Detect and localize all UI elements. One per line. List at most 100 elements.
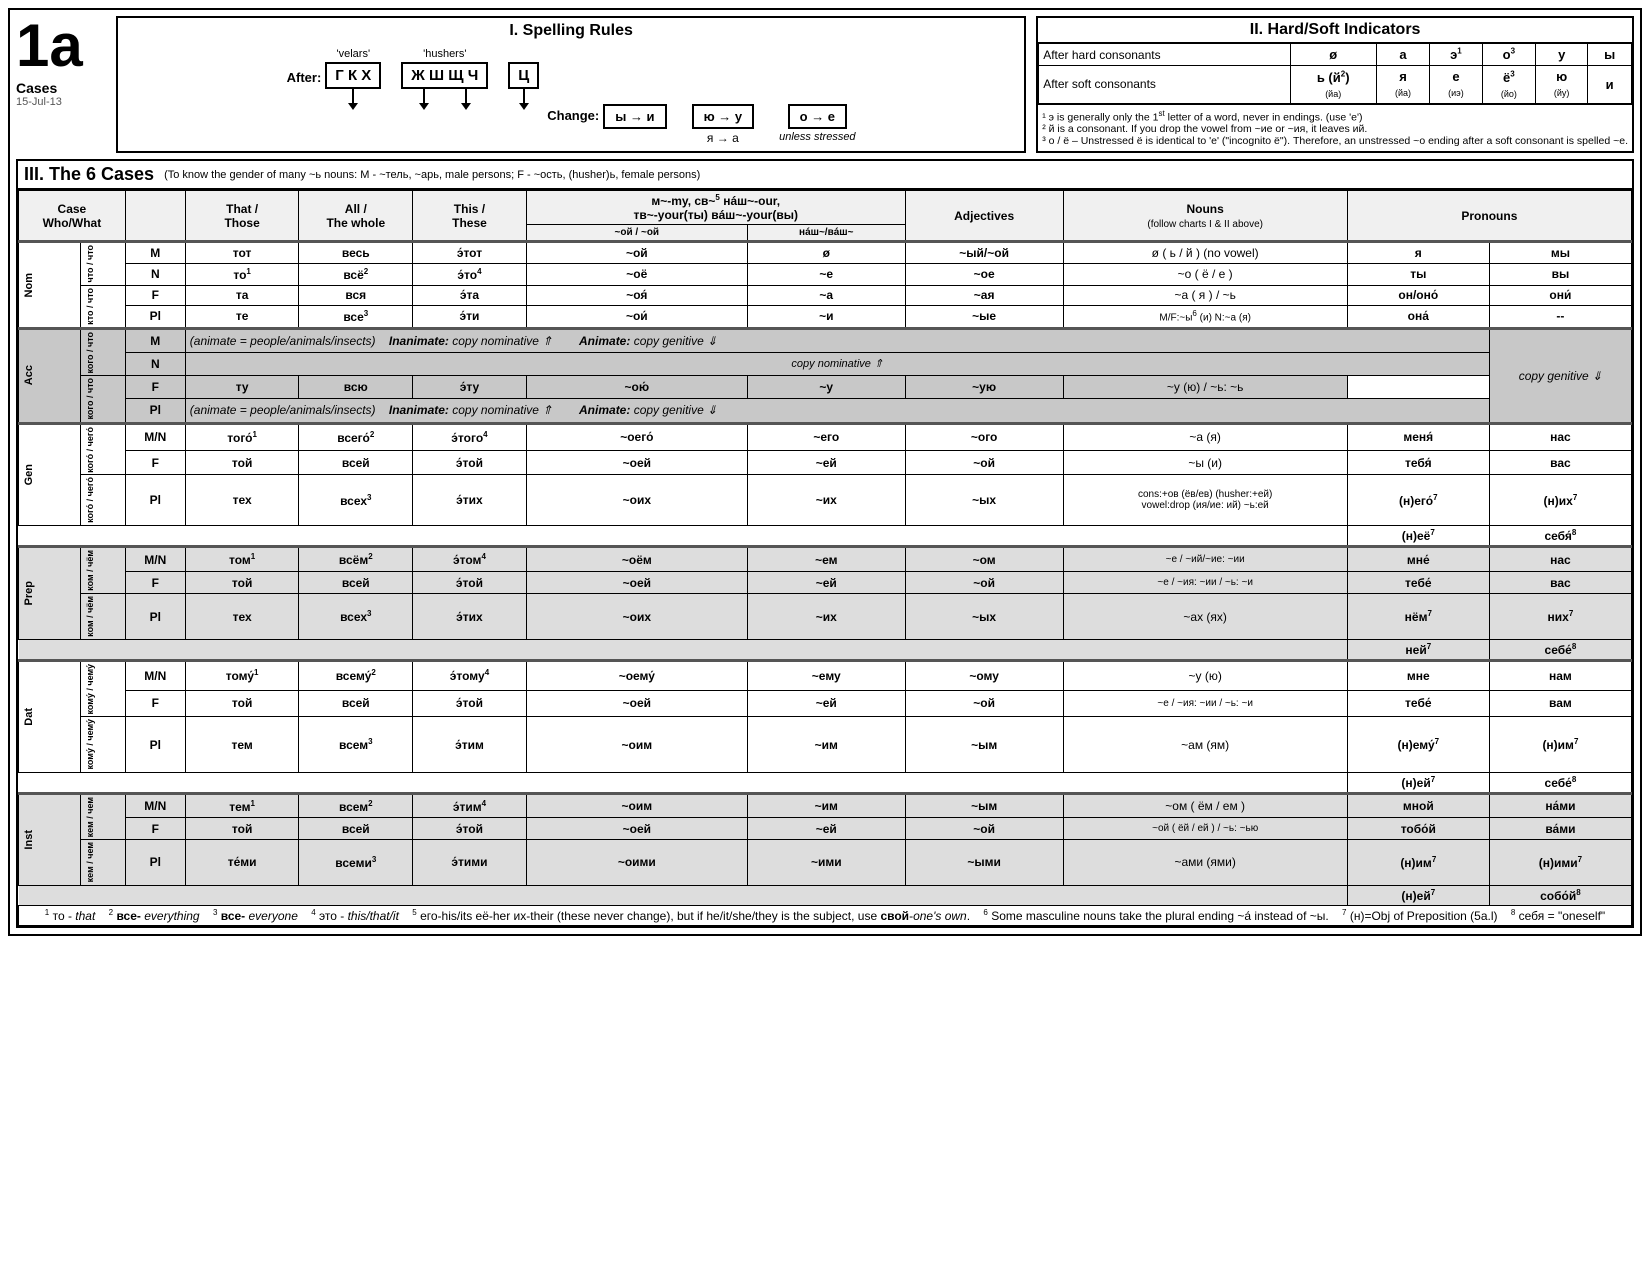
gen-f-adj: ~ой: [905, 450, 1063, 475]
cases-label: Cases: [16, 80, 106, 96]
dat-mn-pron2: нам: [1489, 660, 1631, 690]
header-nash: нáш~/вáш~: [747, 225, 905, 242]
nom-pl-pron2: --: [1489, 306, 1631, 328]
prep-extra-row: ней7 себе́8: [19, 639, 1632, 660]
hard-soft-title: II. Hard/Soft Indicators: [1038, 18, 1632, 43]
acc-kto2-label: кого / что: [80, 376, 125, 424]
prep-pl-ves: всех3: [299, 594, 413, 640]
nom-f-adj: ~ая: [905, 285, 1063, 305]
gen-pl-nash: ~их: [747, 475, 905, 526]
prep-f-moy: ~оей: [526, 571, 747, 593]
header-mn: [125, 191, 185, 242]
gen-mn-pron1: меня́: [1347, 423, 1489, 450]
nom-pl-pron1: она́: [1347, 306, 1489, 328]
inst-label: Inst: [19, 793, 81, 885]
gen-pl-pron1: (н)его́7: [1347, 475, 1489, 526]
nom-n-etot: э́то4: [413, 263, 527, 285]
gen-f-etot: э́той: [413, 450, 527, 475]
prep-kto-label: ком / чём: [80, 547, 125, 594]
prep-kto2-label: ком / чём: [80, 594, 125, 640]
hs-note3: ³ о / ё – Unstressed ё is identical to '…: [1042, 135, 1628, 147]
after-label: After:: [287, 70, 322, 85]
prep-mn-etot: э́том4: [413, 547, 527, 572]
hard-0: ø: [1290, 44, 1376, 66]
gen-f-pron1: тебя́: [1347, 450, 1489, 475]
dat-pron-ney: (н)ей7: [1347, 772, 1489, 793]
hard-o: о3: [1482, 44, 1535, 66]
prep-pl-pron1: нём7: [1347, 594, 1489, 640]
gen-mn-gender: M/N: [125, 423, 185, 450]
prep-pl-adj: ~ых: [905, 594, 1063, 640]
gen-f-gender: F: [125, 450, 185, 475]
nom-pl-gender: Pl: [125, 306, 185, 328]
acc-pronouns: copy genitive ⇓: [1489, 328, 1631, 423]
inst-mn-adj: ~ым: [905, 793, 1063, 817]
spelling-rules-title: I. Spelling Rules: [126, 22, 1016, 40]
dat-mn-row: Dat кому́ / чему́ M/N тому́1 всему́2 э́т…: [19, 660, 1632, 690]
dat-f-etot: э́той: [413, 690, 527, 717]
dat-f-tot: той: [185, 690, 299, 717]
change2b: я → а: [707, 131, 739, 145]
nom-n-ves: всё2: [299, 263, 413, 285]
nom-m-ves: весь: [299, 242, 413, 264]
inst-pl-pron2: (н)ими7: [1489, 840, 1631, 885]
nom-n-adj: ~ое: [905, 263, 1063, 285]
gen-extra-row: (н)её7 себя́8: [19, 526, 1632, 547]
inst-f-ves: всей: [299, 818, 413, 840]
nom-n-gender: N: [125, 263, 185, 285]
dat-pl-row: кому́ / чему́ Pl тем всем3 э́тим ~оим ~и…: [19, 717, 1632, 772]
nom-f-row: кто / что F та вся э́та ~оя́ ~а ~ая ~а (…: [19, 285, 1632, 305]
prep-f-pron2: вас: [1489, 571, 1631, 593]
soft-yo: ё3(йо): [1482, 66, 1535, 103]
gen-mn-nash: ~его: [747, 423, 905, 450]
gen-pl-adj: ~ых: [905, 475, 1063, 526]
inst-mn-moy: ~оим: [526, 793, 747, 817]
gen-pron-sebya: себя́8: [1489, 526, 1631, 547]
prep-mn-noun: ~е / ~ий/~ие: ~ии: [1063, 547, 1347, 572]
gen-f-row: F той всей э́той ~оей ~ей ~ой ~ы (и) теб…: [19, 450, 1632, 475]
prep-f-noun: ~е / ~ия: ~ии / ~ь: ~и: [1063, 571, 1347, 593]
inst-f-pron2: ва́ми: [1489, 818, 1631, 840]
dat-f-adj: ~ой: [905, 690, 1063, 717]
acc-f-nash: ~у: [747, 376, 905, 399]
footnote-row: 1 то - that 2 все- everything 3 все- eve…: [19, 905, 1632, 925]
cases-title-row: III. The 6 Cases (To know the gender of …: [18, 161, 1632, 190]
acc-f-gender: F: [125, 376, 185, 399]
dat-pl-pron1: (н)ему́7: [1347, 717, 1489, 772]
hard-soft-section: II. Hard/Soft Indicators After hard cons…: [1036, 16, 1634, 153]
dat-f-pron1: тебе́: [1347, 690, 1489, 717]
change2a-box: ю → у: [692, 104, 755, 129]
nom-m-nash: ø: [747, 242, 905, 264]
acc-f-row: кого / что F ту всю э́ту ~ою́ ~у ~ую ~у …: [19, 376, 1632, 399]
soft-row-label: After soft consonants: [1039, 66, 1290, 103]
dat-f-noun: ~е / ~ия: ~ии / ~ь: ~и: [1063, 690, 1347, 717]
dat-mn-tot: тому́1: [185, 660, 299, 690]
prep-pron-ney: ней7: [1347, 639, 1489, 660]
gen-f-tot: той: [185, 450, 299, 475]
dat-pl-moy: ~оим: [526, 717, 747, 772]
nom-m-adj: ~ый/~ой: [905, 242, 1063, 264]
gen-mn-ves: всего́2: [299, 423, 413, 450]
soft-0: ь (й2)(йа): [1290, 66, 1376, 103]
prep-pl-row: ком / чём Pl тех всех3 э́тих ~оих ~их ~ы…: [19, 594, 1632, 640]
inst-pl-ves: всеми3: [299, 840, 413, 885]
inst-mn-row: Inst кем / чем M/N тем1 всем2 э́тим4 ~ои…: [19, 793, 1632, 817]
inst-mn-noun: ~ом ( ём / ем ): [1063, 793, 1347, 817]
dat-kto-label: кому́ / чему́: [80, 660, 125, 716]
main-cases-table: CaseWho/What That /Those All /The whole …: [18, 190, 1632, 925]
inst-f-adj: ~ой: [905, 818, 1063, 840]
inst-f-etot: э́той: [413, 818, 527, 840]
prep-mn-tot: том1: [185, 547, 299, 572]
inst-pron-ney: (н)ей7: [1347, 885, 1489, 905]
gen-label: Gen: [19, 423, 81, 526]
dat-pl-gender: Pl: [125, 717, 185, 772]
hs-note1: ¹ э is generally only the 1st letter of …: [1042, 109, 1628, 124]
footnotes: 1 то - that 2 все- everything 3 все- eve…: [19, 905, 1632, 925]
nom-f-pron1: он/оно́: [1347, 285, 1489, 305]
dat-mn-etot: э́тому4: [413, 660, 527, 690]
gen-pl-ves: всех3: [299, 475, 413, 526]
dat-kto2-label: кому́ / чему́: [80, 717, 125, 772]
dat-pl-pron2: (н)им7: [1489, 717, 1631, 772]
prep-pl-moy: ~оих: [526, 594, 747, 640]
dat-f-ves: всей: [299, 690, 413, 717]
